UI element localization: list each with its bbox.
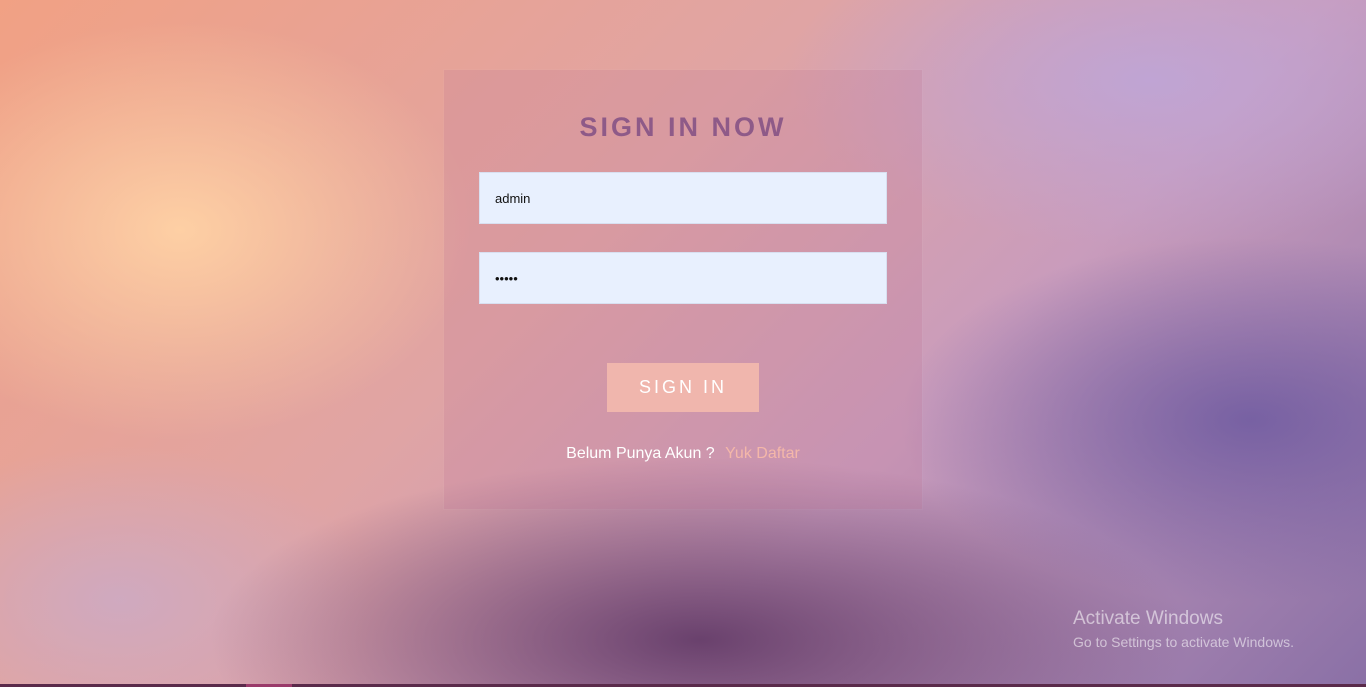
register-prompt-text: Belum Punya Akun ?	[566, 445, 715, 462]
username-value: admin	[495, 190, 531, 206]
register-prompt-row: Belum Punya Akun ? Yuk Daftar	[444, 445, 922, 463]
login-card: SIGN IN NOW admin ••••• SIGN IN Belum Pu…	[444, 70, 922, 509]
register-link[interactable]: Yuk Daftar	[725, 445, 800, 462]
watermark-title: Activate Windows	[1073, 608, 1223, 629]
login-title: SIGN IN NOW	[579, 112, 787, 142]
activate-windows-watermark: Activate Windows Go to Settings to activ…	[1073, 608, 1294, 650]
password-value: •••••	[495, 270, 518, 286]
username-input[interactable]: admin	[479, 172, 887, 224]
watermark-subtitle: Go to Settings to activate Windows.	[1073, 634, 1294, 650]
password-input[interactable]: •••••	[479, 252, 887, 304]
sign-in-button[interactable]: SIGN IN	[607, 363, 759, 412]
